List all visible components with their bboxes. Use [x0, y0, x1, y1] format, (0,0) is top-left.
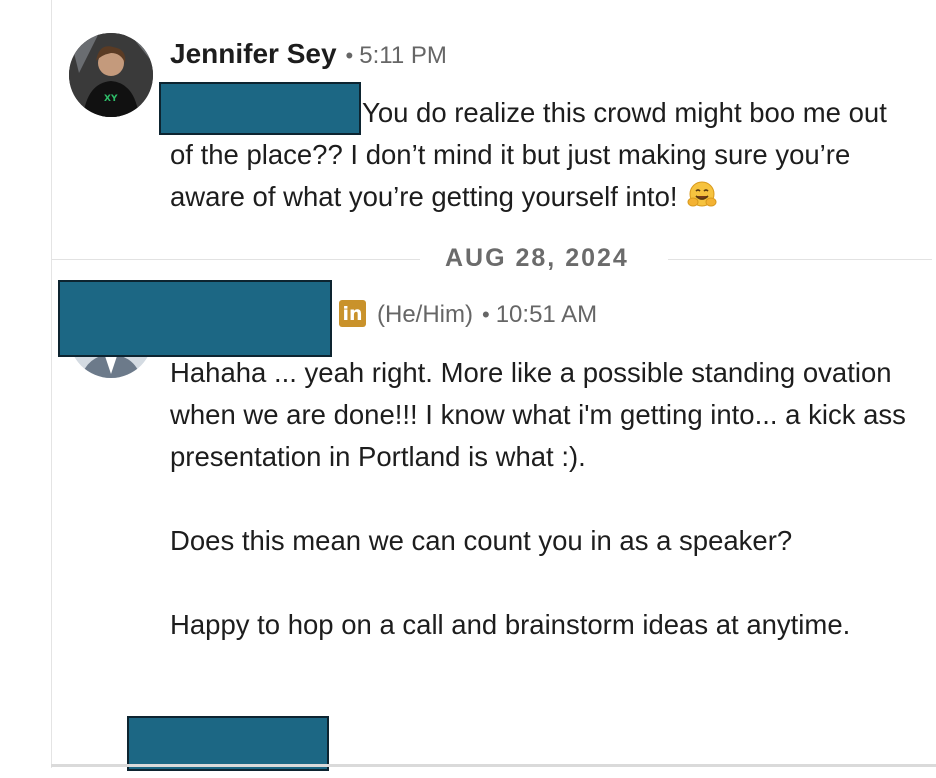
message-header: (He/Him) • 10:51 AM: [377, 301, 597, 329]
date-divider-line-right: [668, 259, 932, 260]
message-paragraph: Hahaha ... yeah right. More like a possi…: [170, 357, 906, 472]
svg-text:XY: XY: [104, 94, 118, 104]
message-body: Hahaha ... yeah right. More like a possi…: [170, 352, 910, 646]
message-paragraph: Does this mean we can count you in as a …: [170, 525, 793, 556]
separator-dot: •: [345, 43, 354, 68]
message-list-bottom-border: [51, 764, 936, 767]
avatar-photo: XY: [69, 33, 153, 117]
redacted-sender-name: [58, 280, 332, 357]
message-header: Jennifer Sey • 5:11 PM: [170, 38, 447, 70]
message-text: You do realize this crowd might boo me o…: [170, 97, 887, 212]
separator-dot: •: [482, 302, 490, 327]
sender-pronouns: (He/Him): [377, 301, 473, 328]
message-body: You do realize this crowd might boo me o…: [170, 92, 910, 222]
message-paragraph: Happy to hop on a call and brainstorm id…: [170, 609, 851, 640]
date-divider-line-left: [52, 259, 420, 260]
date-divider-label: AUG 28, 2024: [445, 244, 629, 272]
sender-name[interactable]: Jennifer Sey: [170, 38, 337, 69]
conversation-left-border: [51, 0, 52, 768]
redacted-signature: [127, 716, 329, 771]
linkedin-icon[interactable]: in: [339, 300, 366, 327]
message-timestamp: 10:51 AM: [495, 301, 598, 328]
hugging-face-emoji-icon: [687, 180, 717, 222]
message-timestamp: 5:11 PM: [359, 42, 447, 69]
sender-avatar[interactable]: XY: [69, 33, 153, 117]
